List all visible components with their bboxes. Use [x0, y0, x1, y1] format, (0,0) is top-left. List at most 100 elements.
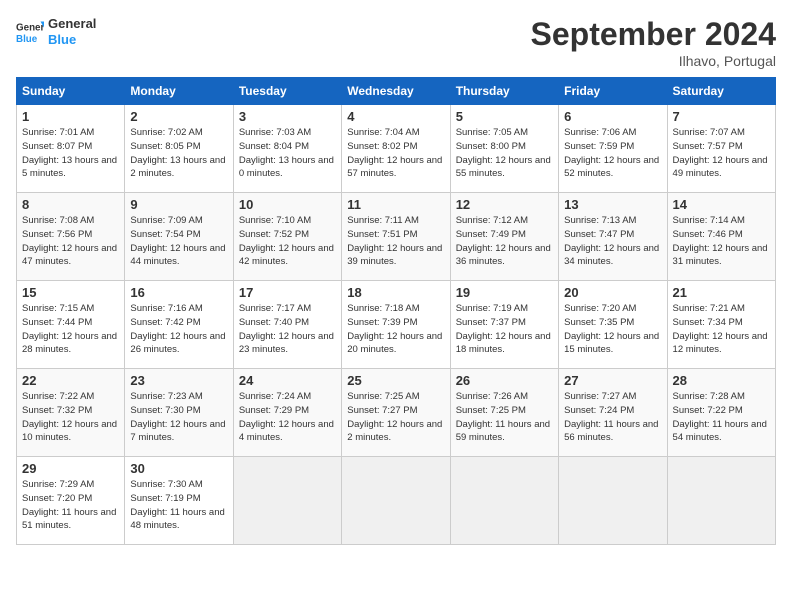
sunset-text: Sunset: 7:37 PM: [456, 316, 553, 330]
daylight-text: Daylight: 12 hours and 4 minutes.: [239, 418, 336, 446]
sunrise-text: Sunrise: 7:17 AM: [239, 302, 336, 316]
sunrise-text: Sunrise: 7:13 AM: [564, 214, 661, 228]
daylight-text: Daylight: 12 hours and 39 minutes.: [347, 242, 444, 270]
day-info: Sunrise: 7:09 AM Sunset: 7:54 PM Dayligh…: [130, 214, 227, 269]
calendar-header-row: Sunday Monday Tuesday Wednesday Thursday…: [17, 78, 776, 105]
table-cell: 21 Sunrise: 7:21 AM Sunset: 7:34 PM Dayl…: [667, 281, 775, 369]
table-cell: 6 Sunrise: 7:06 AM Sunset: 7:59 PM Dayli…: [559, 105, 667, 193]
table-cell: 11 Sunrise: 7:11 AM Sunset: 7:51 PM Dayl…: [342, 193, 450, 281]
day-number: 11: [347, 197, 444, 212]
day-number: 29: [22, 461, 119, 476]
table-cell: 26 Sunrise: 7:26 AM Sunset: 7:25 PM Dayl…: [450, 369, 558, 457]
day-number: 8: [22, 197, 119, 212]
sunrise-text: Sunrise: 7:26 AM: [456, 390, 553, 404]
day-info: Sunrise: 7:23 AM Sunset: 7:30 PM Dayligh…: [130, 390, 227, 445]
day-info: Sunrise: 7:16 AM Sunset: 7:42 PM Dayligh…: [130, 302, 227, 357]
sunrise-text: Sunrise: 7:21 AM: [673, 302, 770, 316]
sunrise-text: Sunrise: 7:22 AM: [22, 390, 119, 404]
sunrise-text: Sunrise: 7:27 AM: [564, 390, 661, 404]
day-number: 13: [564, 197, 661, 212]
col-tuesday: Tuesday: [233, 78, 341, 105]
table-cell: 15 Sunrise: 7:15 AM Sunset: 7:44 PM Dayl…: [17, 281, 125, 369]
day-number: 24: [239, 373, 336, 388]
day-number: 10: [239, 197, 336, 212]
sunset-text: Sunset: 8:07 PM: [22, 140, 119, 154]
table-cell: [559, 457, 667, 545]
logo: General Blue General Blue: [16, 16, 96, 47]
day-number: 28: [673, 373, 770, 388]
sunset-text: Sunset: 8:04 PM: [239, 140, 336, 154]
day-number: 16: [130, 285, 227, 300]
day-number: 2: [130, 109, 227, 124]
sunset-text: Sunset: 7:29 PM: [239, 404, 336, 418]
sunrise-text: Sunrise: 7:24 AM: [239, 390, 336, 404]
sunset-text: Sunset: 7:59 PM: [564, 140, 661, 154]
day-number: 7: [673, 109, 770, 124]
location: Ilhavo, Portugal: [531, 53, 776, 69]
daylight-text: Daylight: 13 hours and 5 minutes.: [22, 154, 119, 182]
sunset-text: Sunset: 7:51 PM: [347, 228, 444, 242]
sunrise-text: Sunrise: 7:25 AM: [347, 390, 444, 404]
daylight-text: Daylight: 13 hours and 2 minutes.: [130, 154, 227, 182]
table-cell: 5 Sunrise: 7:05 AM Sunset: 8:00 PM Dayli…: [450, 105, 558, 193]
calendar-row: 8 Sunrise: 7:08 AM Sunset: 7:56 PM Dayli…: [17, 193, 776, 281]
table-cell: [450, 457, 558, 545]
day-number: 14: [673, 197, 770, 212]
logo-general: General: [48, 16, 96, 32]
day-number: 6: [564, 109, 661, 124]
sunrise-text: Sunrise: 7:10 AM: [239, 214, 336, 228]
day-number: 27: [564, 373, 661, 388]
svg-text:Blue: Blue: [16, 33, 38, 44]
day-number: 3: [239, 109, 336, 124]
daylight-text: Daylight: 12 hours and 34 minutes.: [564, 242, 661, 270]
daylight-text: Daylight: 12 hours and 7 minutes.: [130, 418, 227, 446]
sunrise-text: Sunrise: 7:18 AM: [347, 302, 444, 316]
daylight-text: Daylight: 12 hours and 49 minutes.: [673, 154, 770, 182]
day-info: Sunrise: 7:25 AM Sunset: 7:27 PM Dayligh…: [347, 390, 444, 445]
table-cell: 4 Sunrise: 7:04 AM Sunset: 8:02 PM Dayli…: [342, 105, 450, 193]
sunset-text: Sunset: 8:02 PM: [347, 140, 444, 154]
day-info: Sunrise: 7:20 AM Sunset: 7:35 PM Dayligh…: [564, 302, 661, 357]
table-cell: 22 Sunrise: 7:22 AM Sunset: 7:32 PM Dayl…: [17, 369, 125, 457]
sunrise-text: Sunrise: 7:11 AM: [347, 214, 444, 228]
table-cell: 29 Sunrise: 7:29 AM Sunset: 7:20 PM Dayl…: [17, 457, 125, 545]
table-cell: 2 Sunrise: 7:02 AM Sunset: 8:05 PM Dayli…: [125, 105, 233, 193]
calendar-row: 15 Sunrise: 7:15 AM Sunset: 7:44 PM Dayl…: [17, 281, 776, 369]
sunrise-text: Sunrise: 7:23 AM: [130, 390, 227, 404]
daylight-text: Daylight: 12 hours and 26 minutes.: [130, 330, 227, 358]
sunset-text: Sunset: 7:40 PM: [239, 316, 336, 330]
sunset-text: Sunset: 7:30 PM: [130, 404, 227, 418]
table-cell: 28 Sunrise: 7:28 AM Sunset: 7:22 PM Dayl…: [667, 369, 775, 457]
sunset-text: Sunset: 7:44 PM: [22, 316, 119, 330]
daylight-text: Daylight: 11 hours and 48 minutes.: [130, 506, 227, 534]
day-info: Sunrise: 7:01 AM Sunset: 8:07 PM Dayligh…: [22, 126, 119, 181]
day-number: 4: [347, 109, 444, 124]
day-number: 5: [456, 109, 553, 124]
sunrise-text: Sunrise: 7:03 AM: [239, 126, 336, 140]
daylight-text: Daylight: 11 hours and 54 minutes.: [673, 418, 770, 446]
calendar-row: 22 Sunrise: 7:22 AM Sunset: 7:32 PM Dayl…: [17, 369, 776, 457]
col-sunday: Sunday: [17, 78, 125, 105]
sunset-text: Sunset: 7:34 PM: [673, 316, 770, 330]
sunrise-text: Sunrise: 7:04 AM: [347, 126, 444, 140]
daylight-text: Daylight: 12 hours and 15 minutes.: [564, 330, 661, 358]
sunrise-text: Sunrise: 7:30 AM: [130, 478, 227, 492]
daylight-text: Daylight: 12 hours and 23 minutes.: [239, 330, 336, 358]
logo-icon: General Blue: [16, 18, 44, 46]
day-info: Sunrise: 7:22 AM Sunset: 7:32 PM Dayligh…: [22, 390, 119, 445]
sunset-text: Sunset: 7:27 PM: [347, 404, 444, 418]
sunrise-text: Sunrise: 7:02 AM: [130, 126, 227, 140]
col-saturday: Saturday: [667, 78, 775, 105]
day-number: 23: [130, 373, 227, 388]
calendar-table: Sunday Monday Tuesday Wednesday Thursday…: [16, 77, 776, 545]
daylight-text: Daylight: 12 hours and 47 minutes.: [22, 242, 119, 270]
sunset-text: Sunset: 7:57 PM: [673, 140, 770, 154]
day-info: Sunrise: 7:05 AM Sunset: 8:00 PM Dayligh…: [456, 126, 553, 181]
daylight-text: Daylight: 12 hours and 2 minutes.: [347, 418, 444, 446]
title-block: September 2024 Ilhavo, Portugal: [531, 16, 776, 69]
table-cell: 19 Sunrise: 7:19 AM Sunset: 7:37 PM Dayl…: [450, 281, 558, 369]
daylight-text: Daylight: 11 hours and 56 minutes.: [564, 418, 661, 446]
sunset-text: Sunset: 7:24 PM: [564, 404, 661, 418]
daylight-text: Daylight: 12 hours and 18 minutes.: [456, 330, 553, 358]
day-info: Sunrise: 7:13 AM Sunset: 7:47 PM Dayligh…: [564, 214, 661, 269]
